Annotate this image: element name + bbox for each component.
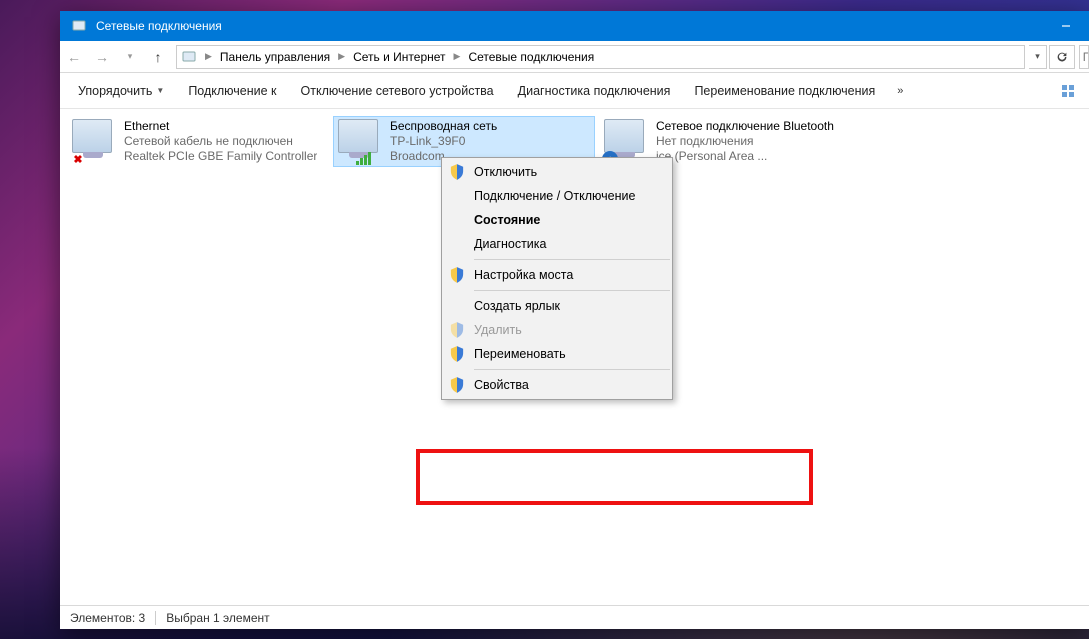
menu-rename[interactable]: Переименовать xyxy=(442,342,672,366)
connection-device: Realtek PCIe GBE Family Controller xyxy=(124,149,317,164)
network-adapter-icon xyxy=(338,119,382,163)
network-connections-window: Сетевые подключения ← → ▾ ↑ ▶ Панель упр… xyxy=(60,11,1089,629)
disconnected-x-icon: ✖ xyxy=(70,151,86,167)
network-adapter-icon: ✖ xyxy=(72,119,116,163)
organize-label: Упорядочить xyxy=(78,84,152,98)
menu-label: Подключение / Отключение xyxy=(474,189,635,203)
address-dropdown[interactable]: ▾ xyxy=(1029,45,1047,69)
annotation-highlight xyxy=(416,449,813,505)
menu-label: Настройка моста xyxy=(474,268,573,282)
context-menu: Отключить Подключение / Отключение Состо… xyxy=(441,157,673,400)
uac-shield-icon xyxy=(450,322,464,338)
menu-label: Удалить xyxy=(474,323,522,337)
menu-separator xyxy=(474,369,670,370)
view-icons-button[interactable] xyxy=(1057,80,1079,102)
minimize-button[interactable] xyxy=(1043,11,1089,41)
menu-label: Свойства xyxy=(474,378,529,392)
back-button[interactable]: ← xyxy=(60,41,88,73)
breadcrumb-icon xyxy=(179,50,199,64)
chevron-right-icon[interactable]: ▶ xyxy=(334,51,349,62)
command-bar: Упорядочить▼ Подключение к Отключение се… xyxy=(60,73,1089,109)
menu-bridge[interactable]: Настройка моста xyxy=(442,263,672,287)
search-input[interactable]: П xyxy=(1079,45,1089,69)
menu-label: Переименовать xyxy=(474,347,566,361)
breadcrumb-network-internet[interactable]: Сеть и Интернет xyxy=(349,46,449,68)
content-area: ✖ Ethernet Сетевой кабель не подключен R… xyxy=(60,109,1089,605)
connection-status: Нет подключения xyxy=(656,134,834,149)
menu-delete[interactable]: Удалить xyxy=(442,318,672,342)
uac-shield-icon xyxy=(450,164,464,180)
uac-shield-icon xyxy=(450,346,464,362)
connection-name: Ethernet xyxy=(124,119,317,134)
breadcrumb[interactable]: ▶ Панель управления ▶ Сеть и Интернет ▶ … xyxy=(176,45,1025,69)
diagnose-button[interactable]: Диагностика подключения xyxy=(506,73,683,108)
menu-diagnose[interactable]: Диагностика xyxy=(442,232,672,256)
menu-separator xyxy=(474,290,670,291)
chevron-right-icon[interactable]: ▶ xyxy=(450,51,465,62)
connection-status: TP-Link_39F0 xyxy=(390,134,497,149)
connection-name: Сетевое подключение Bluetooth xyxy=(656,119,834,134)
status-bar: Элементов: 3 Выбран 1 элемент xyxy=(60,605,1089,629)
menu-separator xyxy=(474,259,670,260)
status-separator xyxy=(155,611,156,625)
uac-shield-icon xyxy=(450,377,464,393)
uac-shield-icon xyxy=(450,267,464,283)
disable-device-button[interactable]: Отключение сетевого устройства xyxy=(289,73,506,108)
menu-label: Отключить xyxy=(474,165,537,179)
connection-name: Беспроводная сеть xyxy=(390,119,497,134)
menu-properties[interactable]: Свойства xyxy=(442,373,672,397)
organize-button[interactable]: Упорядочить▼ xyxy=(66,73,176,108)
menu-label: Состояние xyxy=(474,213,540,227)
menu-status[interactable]: Состояние xyxy=(442,208,672,232)
recent-dropdown[interactable]: ▾ xyxy=(116,41,144,73)
menu-create-shortcut[interactable]: Создать ярлык xyxy=(442,294,672,318)
titlebar: Сетевые подключения xyxy=(60,11,1089,41)
up-button[interactable]: ↑ xyxy=(144,41,172,73)
address-bar: ← → ▾ ↑ ▶ Панель управления ▶ Сеть и Инт… xyxy=(60,41,1089,73)
wifi-signal-icon xyxy=(356,152,371,165)
chevron-right-icon[interactable]: ▶ xyxy=(201,51,216,62)
menu-label: Диагностика xyxy=(474,237,546,251)
window-title: Сетевые подключения xyxy=(96,19,1043,33)
menu-connect-disconnect[interactable]: Подключение / Отключение xyxy=(442,184,672,208)
status-selection: Выбран 1 элемент xyxy=(166,611,269,625)
connection-device: ice (Personal Area ... xyxy=(656,149,834,164)
breadcrumb-control-panel[interactable]: Панель управления xyxy=(216,46,334,68)
connect-to-button[interactable]: Подключение к xyxy=(176,73,288,108)
menu-disable[interactable]: Отключить xyxy=(442,160,672,184)
toolbar-overflow-button[interactable]: » xyxy=(887,73,913,108)
breadcrumb-network-connections[interactable]: Сетевые подключения xyxy=(464,46,598,68)
connection-status: Сетевой кабель не подключен xyxy=(124,134,317,149)
connection-ethernet[interactable]: ✖ Ethernet Сетевой кабель не подключен R… xyxy=(68,117,328,166)
status-item-count: Элементов: 3 xyxy=(70,611,145,625)
menu-label: Создать ярлык xyxy=(474,299,560,313)
forward-button[interactable]: → xyxy=(88,41,116,73)
refresh-button[interactable] xyxy=(1049,45,1075,69)
rename-connection-button[interactable]: Переименование подключения xyxy=(682,73,887,108)
window-icon xyxy=(68,19,90,33)
